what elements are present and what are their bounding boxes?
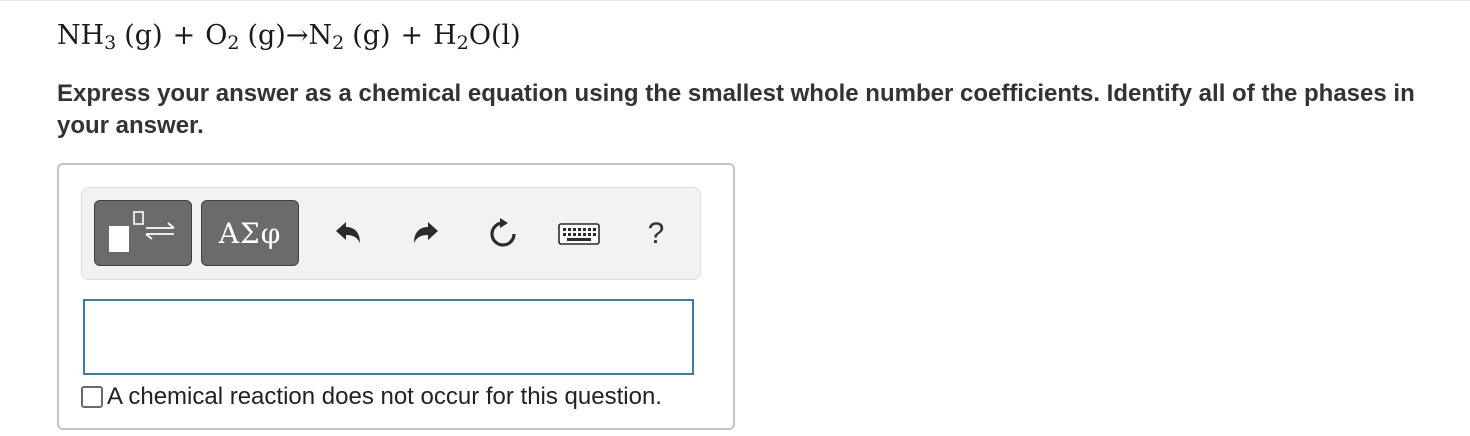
templates-icon (109, 211, 175, 252)
equation-term-nh3: NH3 (57, 20, 117, 54)
answer-input[interactable] (83, 299, 694, 375)
oxygen-symbol: O (205, 20, 228, 51)
reaction-arrow: → (285, 20, 309, 51)
oxygen-phase: (g) (247, 20, 286, 51)
reaction-equation: NH3 (g) + O2 (g) → N2 (g) + H2O (l) (57, 20, 521, 54)
plus-sign: + (400, 20, 424, 51)
redo-button[interactable] (408, 214, 444, 254)
equation-term-n2: N2 (308, 20, 345, 54)
ammonia-phase: (g) (124, 20, 163, 51)
redo-icon (414, 222, 438, 243)
water-subscript: 2 (456, 32, 469, 54)
no-reaction-label: A chemical reaction does not occur for t… (107, 383, 662, 410)
reset-button[interactable] (485, 214, 521, 254)
templates-button[interactable] (94, 200, 192, 266)
equation-term-o2: O2 (205, 20, 240, 54)
undo-button[interactable] (330, 214, 366, 254)
ammonia-symbol: NH (57, 20, 105, 51)
oxygen-subscript: 2 (227, 32, 240, 54)
nitrogen-symbol: N (308, 20, 333, 51)
reset-icon (490, 218, 516, 247)
plus-sign: + (172, 20, 196, 51)
equation-term-h2o: H2O (433, 20, 491, 54)
help-button[interactable]: ? (638, 214, 674, 254)
ammonia-subscript: 3 (104, 32, 117, 54)
keyboard-button[interactable] (557, 214, 601, 254)
keyboard-icon (558, 223, 600, 245)
instruction-text: Express your answer as a chemical equati… (57, 80, 1415, 139)
answer-panel: ΑΣφ ? A chemical reaction does not occur… (57, 163, 735, 430)
math-toolbar: ΑΣφ ? (81, 187, 701, 280)
water-phase: (l) (490, 20, 521, 51)
no-reaction-checkbox[interactable] (81, 386, 103, 408)
undo-icon (336, 222, 360, 243)
symbols-button[interactable]: ΑΣφ (201, 200, 299, 266)
water-oxygen-symbol: O (468, 20, 491, 51)
top-divider (0, 0, 1470, 1)
no-reaction-option[interactable]: A chemical reaction does not occur for t… (81, 383, 662, 411)
nitrogen-phase: (g) (352, 20, 391, 51)
nitrogen-subscript: 2 (332, 32, 345, 54)
hydrogen-symbol: H (433, 20, 457, 51)
